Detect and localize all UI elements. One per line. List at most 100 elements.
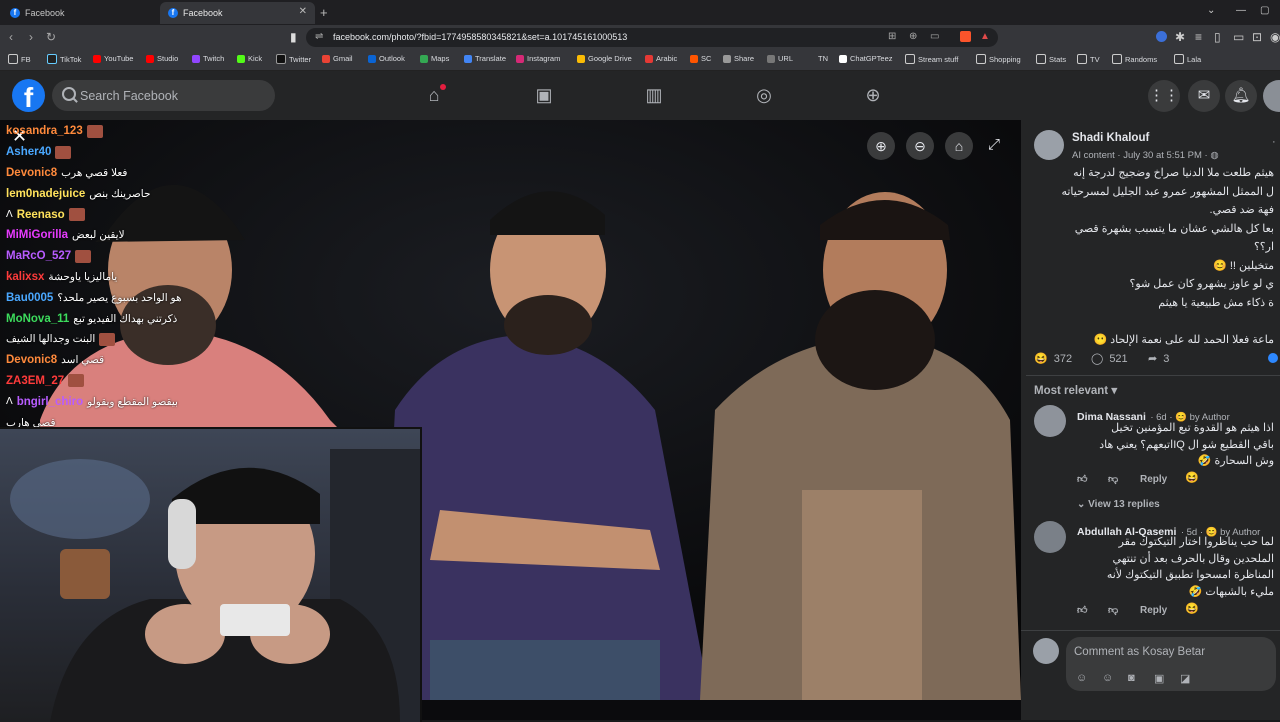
author-avatar[interactable] <box>1034 130 1064 160</box>
marketplace-icon[interactable]: ▥ <box>643 84 665 106</box>
bookmark-url[interactable]: URL <box>767 54 793 63</box>
notifications-bell-icon[interactable]: 🔔︎ <box>1225 80 1257 112</box>
bookmark-arabic[interactable]: Arabic <box>645 54 677 63</box>
chat-message: Λ Reenaso <box>6 204 216 225</box>
screenshot-icon[interactable]: ⊡ <box>1252 30 1262 44</box>
bookmark-chatgpteez[interactable]: ChatGPTeez <box>839 54 893 63</box>
close-tab-icon[interactable]: ✕ <box>299 6 307 17</box>
site-info-icon[interactable]: ⇌ <box>315 31 323 42</box>
fullscreen-icon[interactable]: ⤢ <box>988 136 1000 153</box>
bookmark-folder-stats[interactable]: Stats <box>1036 54 1066 64</box>
bookmark-folder-tv[interactable]: TV <box>1077 54 1100 64</box>
media-icon[interactable]: ≡ <box>1195 30 1202 44</box>
bookmark-outlook[interactable]: Outlook <box>368 54 405 63</box>
wallet-icon[interactable]: ▭ <box>1233 30 1244 44</box>
notification-dot <box>440 84 446 90</box>
bookmark-twitter[interactable]: Twitter <box>276 54 311 64</box>
minimize-icon[interactable]: — <box>1236 5 1246 16</box>
account-avatar[interactable] <box>1263 80 1280 112</box>
tab-search-icon[interactable]: ⌄ <box>1207 5 1215 16</box>
bookmark-folder-randoms[interactable]: Randoms <box>1112 54 1157 64</box>
post-options-icon[interactable]: · <box>1272 136 1276 148</box>
like-icon[interactable] <box>1268 353 1278 363</box>
bookmark-gmail[interactable]: Gmail <box>322 54 353 63</box>
emoji-icon[interactable]: ☺ <box>1102 672 1113 684</box>
like-comment-icon[interactable]: 👍︎ <box>1077 473 1087 485</box>
sidebar-icon[interactable]: ▯ <box>1214 30 1221 44</box>
facebook-logo[interactable]: f <box>12 79 45 113</box>
translate-icon[interactable]: ⊞ <box>888 31 896 42</box>
sticker-icon[interactable]: ◪ <box>1180 672 1190 685</box>
groups-icon[interactable]: ◎ <box>753 84 775 106</box>
reload-icon[interactable]: ↻ <box>46 30 56 44</box>
bookmark-folder-stream-stuff[interactable]: Stream stuff <box>905 54 958 64</box>
gif-icon[interactable]: ▣ <box>1154 672 1164 685</box>
bookmark-folder-lala[interactable]: Lala <box>1174 54 1201 64</box>
brave-shield-icon[interactable] <box>960 31 971 42</box>
maximize-icon[interactable]: ▢ <box>1260 5 1269 16</box>
bookmark-tn[interactable]: TN <box>818 54 828 63</box>
dislike-comment-icon[interactable]: 👎︎ <box>1108 473 1118 485</box>
bookmark-youtube[interactable]: YouTube <box>93 54 133 63</box>
comments-count[interactable]: ◯ 521 <box>1091 352 1128 366</box>
bookmark-sc[interactable]: SC <box>690 54 711 63</box>
like-comment-icon[interactable]: 👍︎ <box>1077 604 1087 616</box>
reply-button[interactable]: Reply <box>1140 605 1167 616</box>
profile-icon[interactable]: ◉ <box>1270 30 1280 44</box>
reply-button[interactable]: Reply <box>1140 474 1167 485</box>
zoom-icon[interactable]: ⊕ <box>909 31 917 42</box>
dislike-comment-icon[interactable]: 👎︎ <box>1108 604 1118 616</box>
browser-tab-strip: f Facebook f Facebook ✕ + ⌄ — ▢ <box>0 0 1280 25</box>
facebook-favicon: f <box>10 8 20 18</box>
chat-message: kalixsx ياماليزيا ياوحشة <box>6 270 118 283</box>
bookmark-share[interactable]: Share <box>723 54 754 63</box>
bookmark-translate[interactable]: Translate <box>464 54 506 63</box>
bookmark-instagram[interactable]: Instagram <box>516 54 560 63</box>
video-icon[interactable]: ▣ <box>533 84 555 106</box>
browser-tab-active[interactable]: f Facebook ✕ <box>160 2 315 24</box>
post-author[interactable]: Shadi Khalouf <box>1072 132 1149 144</box>
menu-grid-icon[interactable]: ⋮⋮ <box>1148 80 1180 112</box>
reactions-count[interactable]: 😆 372 <box>1034 352 1072 366</box>
comment-input[interactable]: Comment as Kosay Betar ☺ ☺ ◙ ▣ ◪ <box>1066 637 1276 691</box>
bookmark-google-drive[interactable]: Google Drive <box>577 54 632 63</box>
comment-reactions-icon[interactable]: 😆 <box>1185 471 1199 484</box>
badge-icon: Λ <box>6 209 13 221</box>
shares-count[interactable]: ➦ 3 <box>1148 352 1169 366</box>
bookmark-maps[interactable]: Maps <box>420 54 449 63</box>
current-user-avatar <box>1033 638 1059 664</box>
zoom-out-icon[interactable]: ⊖ <box>906 132 934 160</box>
new-tab-icon[interactable]: + <box>320 5 328 20</box>
view-replies-button[interactable]: ⌄ View 13 replies <box>1077 499 1160 510</box>
browser-tab[interactable]: f Facebook <box>2 2 157 24</box>
bookmark-folder-shopping[interactable]: Shopping <box>976 54 1021 64</box>
chat-message: Λbngirl_chiro بيقصو المقطع وبقولو <box>6 395 178 408</box>
cast-icon[interactable]: ▭ <box>930 31 939 42</box>
address-bar[interactable]: ⇌ facebook.com/photo/?fbid=1774958580345… <box>306 28 998 47</box>
messenger-icon[interactable]: ✉ <box>1188 80 1220 112</box>
camera-icon[interactable]: ◙ <box>1128 672 1135 684</box>
divider <box>1026 375 1280 376</box>
bookmark-twitch[interactable]: Twitch <box>192 54 224 63</box>
back-icon[interactable]: ‹ <box>9 30 13 44</box>
emote-icon <box>99 332 116 346</box>
tag-icon[interactable]: ⌂ <box>945 132 973 160</box>
search-bar[interactable]: Search Facebook <box>52 80 275 111</box>
bookmark-studio[interactable]: Studio <box>146 54 178 63</box>
zoom-in-icon[interactable]: ⊕ <box>867 132 895 160</box>
search-input[interactable]: Search Facebook <box>80 89 178 103</box>
bookmark-kick[interactable]: Kick <box>237 54 262 63</box>
emote-icon <box>68 374 85 388</box>
rewards-icon[interactable]: ▲ <box>980 31 990 42</box>
bookmarks-bar: FB TikTok YouTube Studio Twitch Kick Twi… <box>0 51 1280 71</box>
bookmark-fb[interactable]: FB <box>8 54 31 64</box>
comment-reactions-icon[interactable]: 😆 <box>1185 602 1199 615</box>
avatar-sticker-icon[interactable]: ☺ <box>1076 672 1087 684</box>
bookmark-tiktok[interactable]: TikTok <box>47 54 81 64</box>
extensions-puzzle-icon[interactable]: ✱ <box>1175 30 1185 44</box>
extension-icon[interactable] <box>1156 31 1167 42</box>
forward-icon[interactable]: › <box>29 30 33 44</box>
comment-sort-dropdown[interactable]: Most relevant ▾ <box>1034 383 1117 397</box>
gaming-icon[interactable]: ⊕ <box>862 84 884 106</box>
bookmark-icon[interactable]: ▮ <box>290 30 297 44</box>
